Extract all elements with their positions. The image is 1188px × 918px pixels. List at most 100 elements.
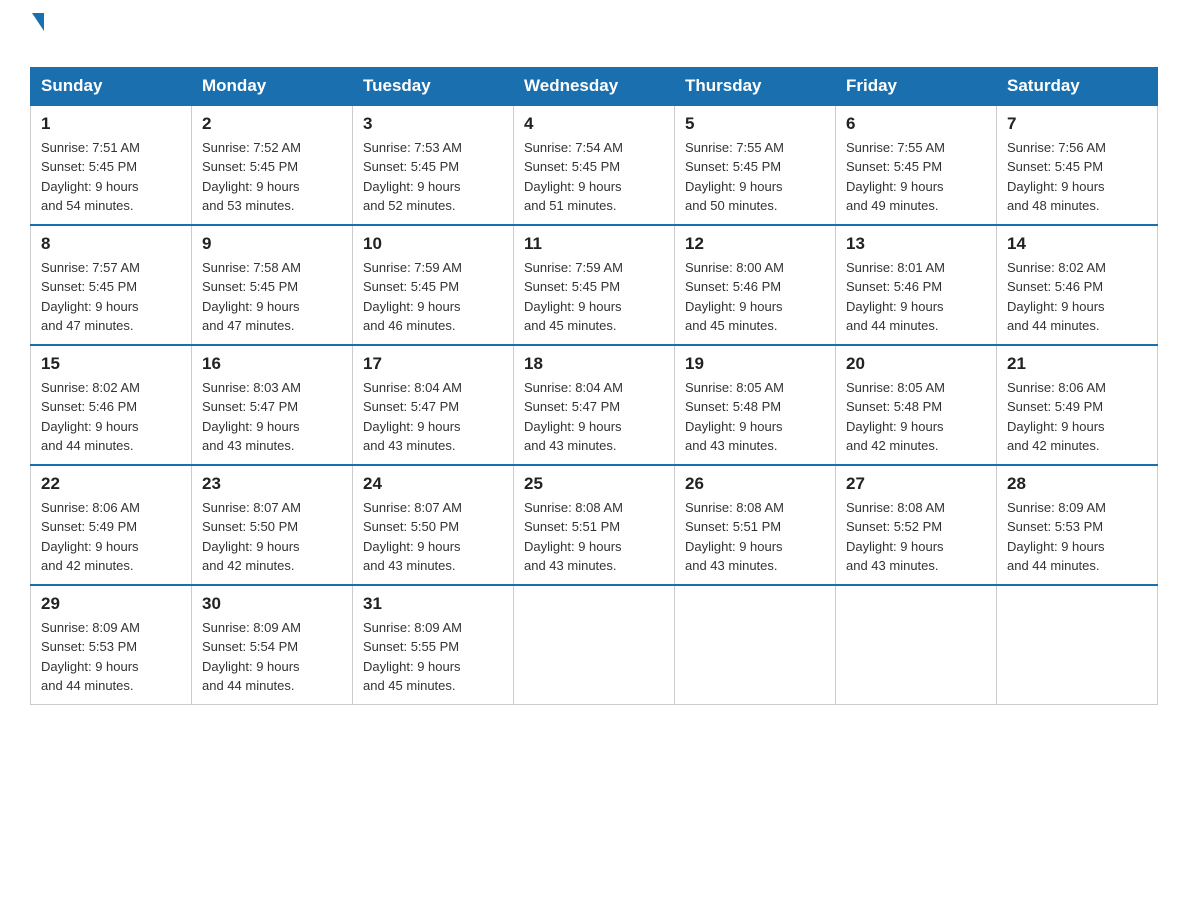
calendar-cell: 23 Sunrise: 8:07 AM Sunset: 5:50 PM Dayl… xyxy=(192,465,353,585)
calendar-cell: 22 Sunrise: 8:06 AM Sunset: 5:49 PM Dayl… xyxy=(31,465,192,585)
header-day-friday: Friday xyxy=(836,67,997,105)
day-number: 21 xyxy=(1007,354,1147,374)
page-header xyxy=(30,20,1158,51)
day-info: Sunrise: 7:51 AM Sunset: 5:45 PM Dayligh… xyxy=(41,138,181,216)
day-info: Sunrise: 8:04 AM Sunset: 5:47 PM Dayligh… xyxy=(524,378,664,456)
day-info: Sunrise: 8:09 AM Sunset: 5:53 PM Dayligh… xyxy=(1007,498,1147,576)
day-number: 2 xyxy=(202,114,342,134)
day-number: 10 xyxy=(363,234,503,254)
week-row-4: 22 Sunrise: 8:06 AM Sunset: 5:49 PM Dayl… xyxy=(31,465,1158,585)
day-number: 25 xyxy=(524,474,664,494)
calendar-cell: 12 Sunrise: 8:00 AM Sunset: 5:46 PM Dayl… xyxy=(675,225,836,345)
day-number: 22 xyxy=(41,474,181,494)
day-info: Sunrise: 8:06 AM Sunset: 5:49 PM Dayligh… xyxy=(1007,378,1147,456)
day-info: Sunrise: 7:58 AM Sunset: 5:45 PM Dayligh… xyxy=(202,258,342,336)
day-number: 6 xyxy=(846,114,986,134)
day-info: Sunrise: 7:59 AM Sunset: 5:45 PM Dayligh… xyxy=(363,258,503,336)
calendar-cell: 2 Sunrise: 7:52 AM Sunset: 5:45 PM Dayli… xyxy=(192,105,353,225)
calendar-cell: 21 Sunrise: 8:06 AM Sunset: 5:49 PM Dayl… xyxy=(997,345,1158,465)
header-day-thursday: Thursday xyxy=(675,67,836,105)
calendar-body: 1 Sunrise: 7:51 AM Sunset: 5:45 PM Dayli… xyxy=(31,105,1158,705)
day-info: Sunrise: 8:08 AM Sunset: 5:51 PM Dayligh… xyxy=(524,498,664,576)
day-number: 9 xyxy=(202,234,342,254)
day-number: 3 xyxy=(363,114,503,134)
calendar-cell: 15 Sunrise: 8:02 AM Sunset: 5:46 PM Dayl… xyxy=(31,345,192,465)
week-row-3: 15 Sunrise: 8:02 AM Sunset: 5:46 PM Dayl… xyxy=(31,345,1158,465)
day-info: Sunrise: 8:09 AM Sunset: 5:53 PM Dayligh… xyxy=(41,618,181,696)
day-number: 20 xyxy=(846,354,986,374)
calendar-cell: 9 Sunrise: 7:58 AM Sunset: 5:45 PM Dayli… xyxy=(192,225,353,345)
day-info: Sunrise: 8:07 AM Sunset: 5:50 PM Dayligh… xyxy=(363,498,503,576)
day-info: Sunrise: 7:59 AM Sunset: 5:45 PM Dayligh… xyxy=(524,258,664,336)
logo-arrow-icon xyxy=(32,13,44,48)
day-number: 17 xyxy=(363,354,503,374)
day-info: Sunrise: 7:56 AM Sunset: 5:45 PM Dayligh… xyxy=(1007,138,1147,216)
day-number: 4 xyxy=(524,114,664,134)
calendar-cell: 3 Sunrise: 7:53 AM Sunset: 5:45 PM Dayli… xyxy=(353,105,514,225)
day-number: 16 xyxy=(202,354,342,374)
calendar-cell: 28 Sunrise: 8:09 AM Sunset: 5:53 PM Dayl… xyxy=(997,465,1158,585)
calendar-cell: 6 Sunrise: 7:55 AM Sunset: 5:45 PM Dayli… xyxy=(836,105,997,225)
calendar-cell: 1 Sunrise: 7:51 AM Sunset: 5:45 PM Dayli… xyxy=(31,105,192,225)
day-number: 26 xyxy=(685,474,825,494)
calendar-cell: 5 Sunrise: 7:55 AM Sunset: 5:45 PM Dayli… xyxy=(675,105,836,225)
calendar-cell: 8 Sunrise: 7:57 AM Sunset: 5:45 PM Dayli… xyxy=(31,225,192,345)
calendar-cell xyxy=(675,585,836,705)
day-info: Sunrise: 7:57 AM Sunset: 5:45 PM Dayligh… xyxy=(41,258,181,336)
day-info: Sunrise: 8:06 AM Sunset: 5:49 PM Dayligh… xyxy=(41,498,181,576)
calendar-cell: 4 Sunrise: 7:54 AM Sunset: 5:45 PM Dayli… xyxy=(514,105,675,225)
day-info: Sunrise: 8:03 AM Sunset: 5:47 PM Dayligh… xyxy=(202,378,342,456)
day-number: 8 xyxy=(41,234,181,254)
calendar-cell: 16 Sunrise: 8:03 AM Sunset: 5:47 PM Dayl… xyxy=(192,345,353,465)
day-info: Sunrise: 8:02 AM Sunset: 5:46 PM Dayligh… xyxy=(1007,258,1147,336)
day-number: 14 xyxy=(1007,234,1147,254)
day-number: 27 xyxy=(846,474,986,494)
calendar-header: SundayMondayTuesdayWednesdayThursdayFrid… xyxy=(31,67,1158,105)
day-info: Sunrise: 8:02 AM Sunset: 5:46 PM Dayligh… xyxy=(41,378,181,456)
day-number: 11 xyxy=(524,234,664,254)
calendar-cell: 14 Sunrise: 8:02 AM Sunset: 5:46 PM Dayl… xyxy=(997,225,1158,345)
day-info: Sunrise: 8:05 AM Sunset: 5:48 PM Dayligh… xyxy=(846,378,986,456)
calendar-cell: 29 Sunrise: 8:09 AM Sunset: 5:53 PM Dayl… xyxy=(31,585,192,705)
calendar-cell: 31 Sunrise: 8:09 AM Sunset: 5:55 PM Dayl… xyxy=(353,585,514,705)
day-info: Sunrise: 7:54 AM Sunset: 5:45 PM Dayligh… xyxy=(524,138,664,216)
header-row: SundayMondayTuesdayWednesdayThursdayFrid… xyxy=(31,67,1158,105)
header-day-wednesday: Wednesday xyxy=(514,67,675,105)
calendar-cell: 7 Sunrise: 7:56 AM Sunset: 5:45 PM Dayli… xyxy=(997,105,1158,225)
day-number: 15 xyxy=(41,354,181,374)
day-number: 31 xyxy=(363,594,503,614)
calendar-cell: 17 Sunrise: 8:04 AM Sunset: 5:47 PM Dayl… xyxy=(353,345,514,465)
day-info: Sunrise: 7:55 AM Sunset: 5:45 PM Dayligh… xyxy=(685,138,825,216)
day-info: Sunrise: 8:08 AM Sunset: 5:52 PM Dayligh… xyxy=(846,498,986,576)
day-number: 28 xyxy=(1007,474,1147,494)
header-day-monday: Monday xyxy=(192,67,353,105)
calendar-cell: 19 Sunrise: 8:05 AM Sunset: 5:48 PM Dayl… xyxy=(675,345,836,465)
week-row-1: 1 Sunrise: 7:51 AM Sunset: 5:45 PM Dayli… xyxy=(31,105,1158,225)
day-number: 7 xyxy=(1007,114,1147,134)
day-info: Sunrise: 8:07 AM Sunset: 5:50 PM Dayligh… xyxy=(202,498,342,576)
calendar-table: SundayMondayTuesdayWednesdayThursdayFrid… xyxy=(30,67,1158,705)
day-number: 5 xyxy=(685,114,825,134)
day-number: 19 xyxy=(685,354,825,374)
calendar-cell: 11 Sunrise: 7:59 AM Sunset: 5:45 PM Dayl… xyxy=(514,225,675,345)
day-number: 12 xyxy=(685,234,825,254)
day-info: Sunrise: 7:53 AM Sunset: 5:45 PM Dayligh… xyxy=(363,138,503,216)
week-row-2: 8 Sunrise: 7:57 AM Sunset: 5:45 PM Dayli… xyxy=(31,225,1158,345)
day-number: 13 xyxy=(846,234,986,254)
day-info: Sunrise: 8:04 AM Sunset: 5:47 PM Dayligh… xyxy=(363,378,503,456)
calendar-cell xyxy=(836,585,997,705)
logo xyxy=(30,20,44,51)
day-info: Sunrise: 8:09 AM Sunset: 5:55 PM Dayligh… xyxy=(363,618,503,696)
day-info: Sunrise: 7:55 AM Sunset: 5:45 PM Dayligh… xyxy=(846,138,986,216)
day-info: Sunrise: 7:52 AM Sunset: 5:45 PM Dayligh… xyxy=(202,138,342,216)
calendar-cell: 20 Sunrise: 8:05 AM Sunset: 5:48 PM Dayl… xyxy=(836,345,997,465)
day-info: Sunrise: 8:01 AM Sunset: 5:46 PM Dayligh… xyxy=(846,258,986,336)
day-info: Sunrise: 8:00 AM Sunset: 5:46 PM Dayligh… xyxy=(685,258,825,336)
calendar-cell: 10 Sunrise: 7:59 AM Sunset: 5:45 PM Dayl… xyxy=(353,225,514,345)
header-day-saturday: Saturday xyxy=(997,67,1158,105)
calendar-cell: 30 Sunrise: 8:09 AM Sunset: 5:54 PM Dayl… xyxy=(192,585,353,705)
day-info: Sunrise: 8:08 AM Sunset: 5:51 PM Dayligh… xyxy=(685,498,825,576)
day-number: 1 xyxy=(41,114,181,134)
calendar-cell: 13 Sunrise: 8:01 AM Sunset: 5:46 PM Dayl… xyxy=(836,225,997,345)
calendar-cell: 25 Sunrise: 8:08 AM Sunset: 5:51 PM Dayl… xyxy=(514,465,675,585)
